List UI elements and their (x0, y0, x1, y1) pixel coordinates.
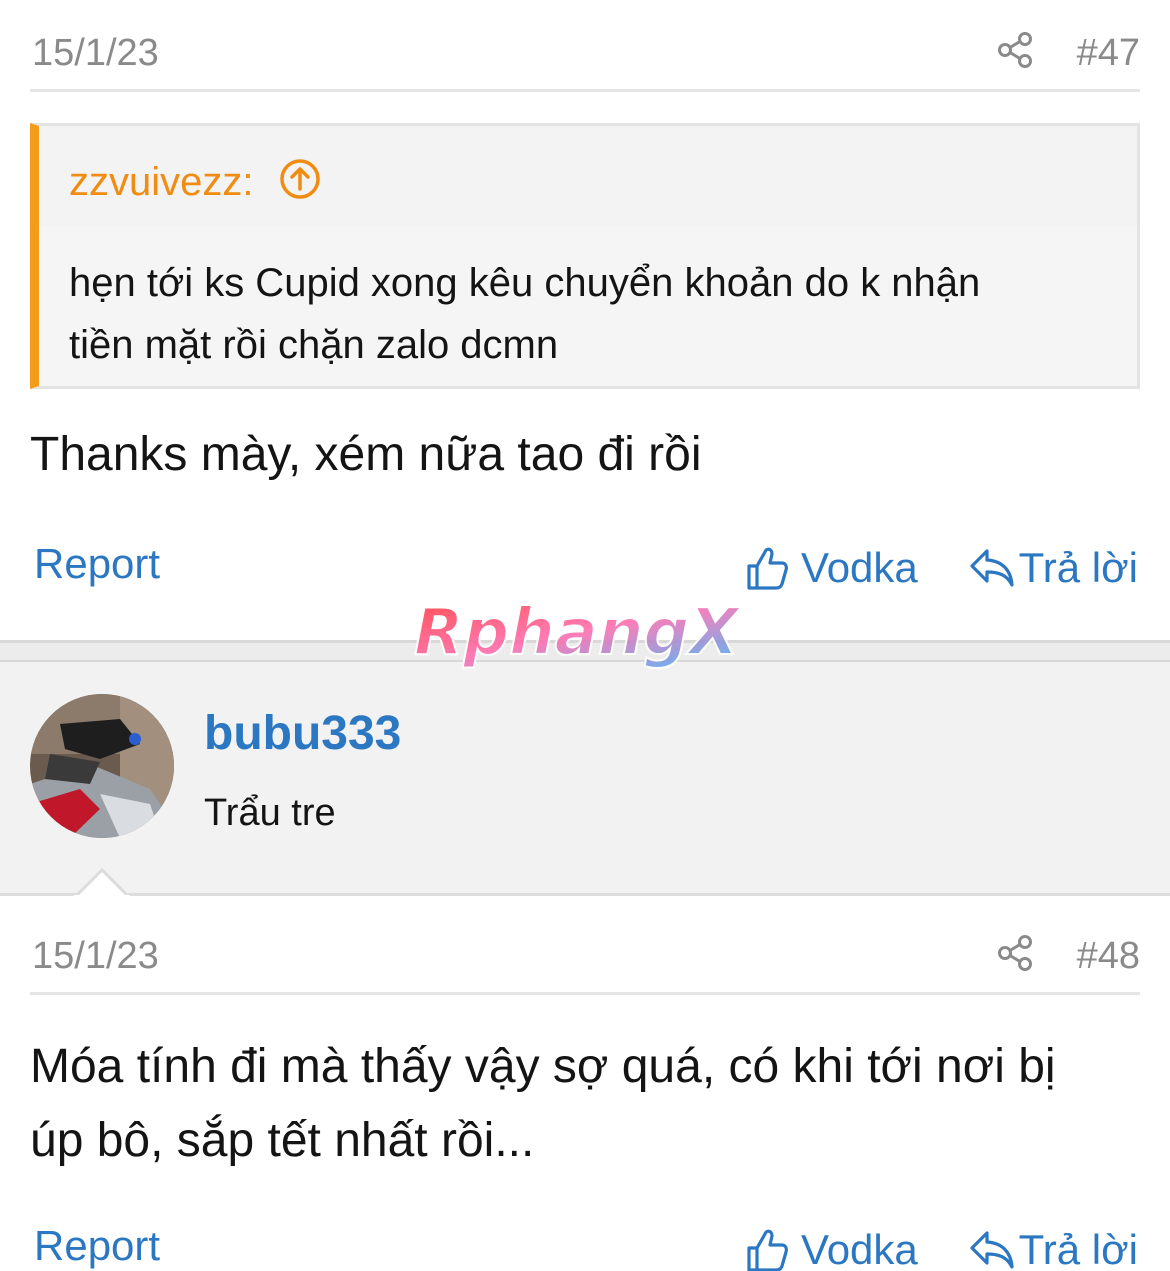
post-number[interactable]: #47 (1077, 32, 1140, 75)
avatar-image (30, 694, 174, 838)
reply-button[interactable]: Trả lời (969, 1222, 1138, 1271)
quote-header: zzvuivezz: (39, 126, 1137, 226)
arrow-up-circle-icon[interactable] (279, 158, 321, 200)
post-body: Móa tính đi mà thấy vậy sợ quá, có khi t… (30, 1030, 1056, 1178)
share-icon[interactable] (996, 30, 1036, 70)
watermark-text: RphangX (414, 596, 741, 670)
share-icon[interactable] (996, 933, 1036, 973)
post-number[interactable]: #48 (1077, 935, 1140, 978)
quote-block: zzvuivezz: hẹn tới ks Cupid xong kêu chu… (30, 123, 1140, 389)
post-meta: 15/1/23 #48 (30, 903, 1140, 995)
react-label: Vodka (801, 544, 918, 591)
username[interactable]: bubu333 (204, 706, 401, 761)
quote-text: hẹn tới ks Cupid xong kêu chuyển khoản d… (69, 252, 1077, 376)
user-panel: bubu333 Trẩu tre (0, 662, 1170, 896)
reply-icon (970, 549, 1014, 587)
thumbs-up-icon (747, 547, 788, 590)
post-date: 15/1/23 (32, 935, 159, 977)
react-button[interactable]: Vodka (745, 540, 918, 596)
thumbs-up-icon (747, 1229, 788, 1271)
user-title: Trẩu tre (204, 792, 336, 834)
report-link[interactable]: Report (34, 540, 160, 588)
reply-label: Trả lời (1018, 1226, 1138, 1271)
post-line: Móa tính đi mà thấy vậy sợ quá, có khi t… (30, 1040, 1056, 1093)
avatar[interactable] (30, 694, 174, 838)
watermark-logo: RphangX (413, 595, 742, 671)
reply-label: Trả lời (1018, 544, 1138, 591)
react-label: Vodka (801, 1226, 918, 1271)
quote-line: hẹn tới ks Cupid xong kêu chuyển khoản d… (69, 261, 981, 305)
post-date: 15/1/23 (32, 32, 159, 74)
quote-line: tiền mặt rồi chặn zalo dcmn (69, 323, 559, 367)
report-link[interactable]: Report (34, 1222, 160, 1270)
post-body: Thanks mày, xém nữa tao đi rồi (30, 428, 702, 481)
post-actions: Report Vodka Trả lời (30, 540, 1140, 600)
post-48: 15/1/23 #48 Móa tính đi mà thấy vậy sợ q… (0, 896, 1170, 1271)
reply-button[interactable]: Trả lời (969, 540, 1138, 596)
reply-icon (970, 1231, 1014, 1269)
react-button[interactable]: Vodka (745, 1222, 918, 1271)
post-line: úp bô, sắp tết nhất rồi... (30, 1114, 535, 1167)
post-actions: Report Vodka Trả lời (30, 1222, 1140, 1271)
post-47: 15/1/23 #47 zzvuivezz: hẹn tới ks Cupid … (0, 0, 1170, 640)
quote-author[interactable]: zzvuivezz: (69, 160, 254, 205)
post-meta: 15/1/23 #47 (30, 0, 1140, 92)
message-pointer (74, 868, 130, 898)
